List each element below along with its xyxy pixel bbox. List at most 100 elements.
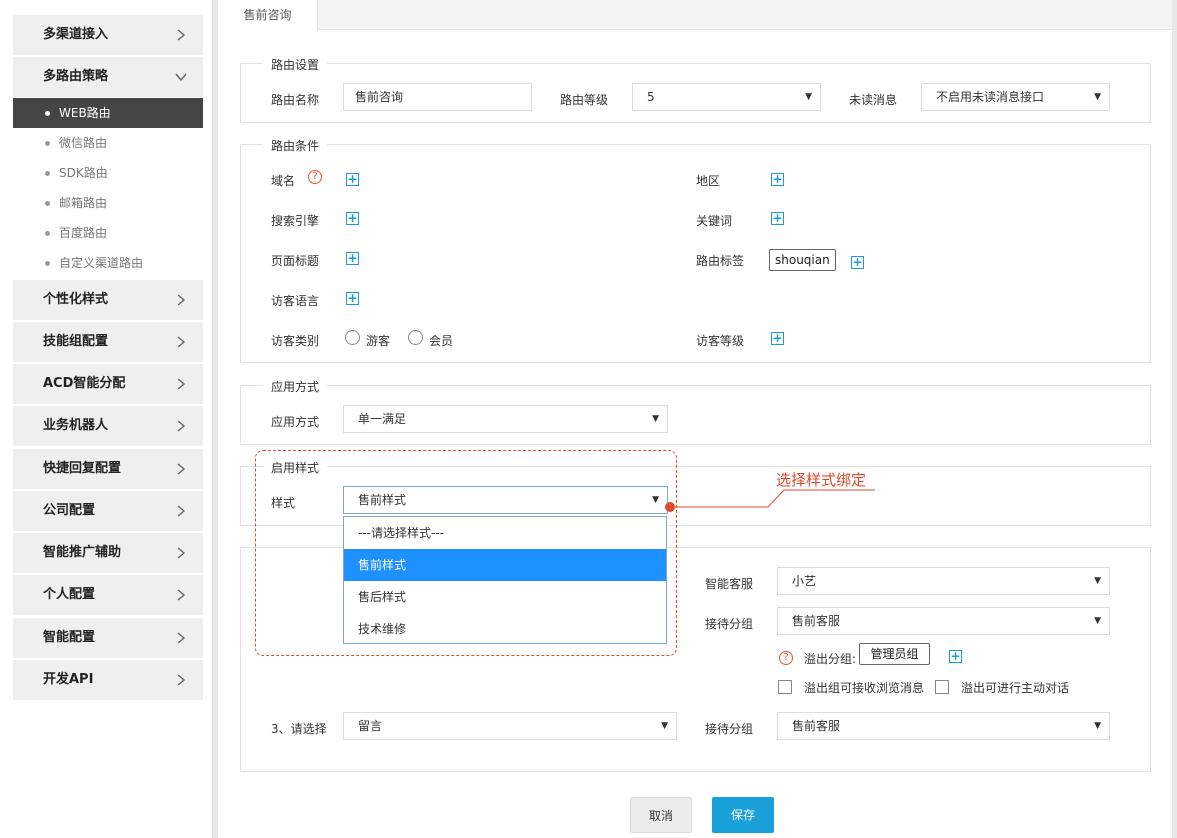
add-page-title-icon[interactable]: +: [346, 252, 359, 265]
section-legend: 路由设置: [263, 56, 328, 73]
caret-down-icon: ▼: [1094, 92, 1101, 102]
bullet-icon: [45, 201, 50, 206]
menu-group-label: 智能配置: [43, 630, 96, 645]
menu-group-label: 个人配置: [43, 587, 96, 602]
add-domain-icon[interactable]: +: [346, 173, 359, 186]
add-keyword-icon[interactable]: +: [771, 212, 784, 225]
add-visitor-level-icon[interactable]: +: [771, 332, 784, 345]
route-name-label: 路由名称: [271, 93, 320, 107]
menu-group-personal[interactable]: 个人配置: [13, 575, 203, 615]
select-value: 留言: [358, 719, 383, 733]
chevron-right-icon: [175, 449, 187, 489]
menu-group-label: 公司配置: [43, 503, 96, 518]
add-overflow-group-icon[interactable]: +: [949, 650, 962, 663]
route-tag-chip[interactable]: shouqian: [769, 249, 836, 271]
smart-service-label: 智能客服: [705, 577, 754, 591]
menu-group-acd[interactable]: ACD智能分配: [13, 364, 203, 404]
menu-group-label: 技能组配置: [43, 334, 109, 349]
route-name-input[interactable]: 售前咨询: [343, 83, 532, 111]
sidebar-item-custom-route[interactable]: 自定义渠道路由: [13, 248, 203, 278]
chevron-right-icon: [175, 406, 187, 446]
menu-group-promotion[interactable]: 智能推广辅助: [13, 533, 203, 573]
overflow-active-checkbox[interactable]: [935, 680, 949, 694]
region-label: 地区: [696, 174, 721, 188]
route-tag-label: 路由标签: [696, 254, 745, 268]
menu-group-label: 个性化样式: [43, 292, 109, 307]
apply-mode-section: 应用方式 应用方式 单一满足 ▼: [240, 378, 1151, 445]
visitor-language-label: 访客语言: [271, 294, 320, 308]
route-level-label: 路由等级: [560, 93, 609, 107]
sidebar-item-label: SDK路由: [59, 166, 108, 180]
reception-group2-label: 接待分组: [705, 722, 754, 736]
chevron-right-icon: [175, 660, 187, 700]
chevron-right-icon: [175, 15, 187, 55]
menu-group-routing[interactable]: 多路由策略: [13, 57, 203, 97]
menu-group-quick-reply[interactable]: 快捷回复配置: [13, 449, 203, 489]
tab-bar: 售前咨询: [218, 0, 1172, 31]
add-visitor-language-icon[interactable]: +: [346, 292, 359, 305]
caret-down-icon: ▼: [1094, 616, 1101, 626]
select-value: 5: [647, 90, 655, 104]
select-value: 售前客服: [792, 614, 841, 628]
step3-select[interactable]: 留言 ▼: [343, 712, 677, 740]
sidebar-item-label: 自定义渠道路由: [59, 256, 144, 270]
sidebar-item-baidu-route[interactable]: 百度路由: [13, 218, 203, 248]
annotation-text: 选择样式绑定: [776, 471, 867, 489]
section-legend: 路由条件: [263, 137, 328, 154]
menu-group-label: 快捷回复配置: [43, 461, 122, 476]
menu-group-label: 业务机器人: [43, 418, 109, 433]
caret-down-icon: ▼: [1094, 721, 1101, 731]
sidebar-item-sdk-route[interactable]: SDK路由: [13, 158, 203, 188]
overflow-group-chip[interactable]: 管理员组: [859, 643, 930, 665]
radio-member[interactable]: [408, 330, 423, 345]
select-value: 单一满足: [358, 412, 407, 426]
apply-mode-select[interactable]: 单一满足 ▼: [343, 405, 668, 433]
visitor-level-label: 访客等级: [696, 334, 745, 348]
unread-select[interactable]: 不启用未读消息接口 ▼: [921, 83, 1110, 111]
add-search-engine-icon[interactable]: +: [346, 212, 359, 225]
chevron-right-icon: [175, 491, 187, 531]
menu-group-multichannel[interactable]: 多渠道接入: [13, 15, 203, 55]
unread-label: 未读消息: [849, 93, 898, 107]
sidebar-item-wechat-route[interactable]: 微信路由: [13, 128, 203, 158]
add-route-tag-icon[interactable]: +: [851, 256, 864, 269]
add-region-icon[interactable]: +: [771, 173, 784, 186]
visitor-type-label: 访客类别: [271, 334, 320, 348]
page-title-label: 页面标题: [271, 254, 320, 268]
help-icon[interactable]: ?: [308, 170, 322, 184]
menu-group-label: ACD智能分配: [43, 376, 126, 391]
chevron-right-icon: [175, 322, 187, 362]
select-value: 小艺: [792, 574, 817, 588]
reception-group-select[interactable]: 售前客服 ▼: [777, 607, 1110, 635]
select-value: 售前客服: [792, 719, 841, 733]
overflow-group-label: 溢出分组:: [804, 652, 857, 666]
sidebar-item-web-route[interactable]: WEB路由: [13, 98, 203, 128]
menu-group-style[interactable]: 个性化样式: [13, 280, 203, 320]
chevron-right-icon: [175, 575, 187, 615]
menu-group-smart[interactable]: 智能配置: [13, 618, 203, 658]
overflow-browse-checkbox[interactable]: [778, 680, 792, 694]
menu-group-robot[interactable]: 业务机器人: [13, 406, 203, 446]
bullet-icon: [45, 141, 50, 146]
sidebar-item-email-route[interactable]: 邮箱路由: [13, 188, 203, 218]
overflow-browse-label: 溢出组可接收浏览消息: [804, 681, 925, 695]
sidebar-item-label: 邮箱路由: [59, 196, 108, 210]
cancel-button[interactable]: 取消: [630, 797, 692, 833]
radio-guest[interactable]: [345, 330, 360, 345]
menu-group-label: 多渠道接入: [43, 27, 109, 42]
route-level-select[interactable]: 5 ▼: [632, 83, 821, 111]
chevron-right-icon: [175, 618, 187, 658]
caret-down-icon: ▼: [1094, 576, 1101, 586]
save-button[interactable]: 保存: [712, 797, 774, 833]
reception-group2-select[interactable]: 售前客服 ▼: [777, 712, 1110, 740]
bullet-icon: [45, 171, 50, 176]
tab-presale-consult[interactable]: 售前咨询: [218, 0, 318, 31]
menu-group-label: 智能推广辅助: [43, 545, 122, 560]
step3-label: 3、请选择: [271, 722, 327, 736]
menu-group-skill[interactable]: 技能组配置: [13, 322, 203, 362]
menu-group-api[interactable]: 开发API: [13, 660, 203, 700]
smart-service-select[interactable]: 小艺 ▼: [777, 567, 1110, 595]
chevron-right-icon: [175, 364, 187, 404]
help-icon[interactable]: ?: [779, 651, 793, 665]
menu-group-company[interactable]: 公司配置: [13, 491, 203, 531]
